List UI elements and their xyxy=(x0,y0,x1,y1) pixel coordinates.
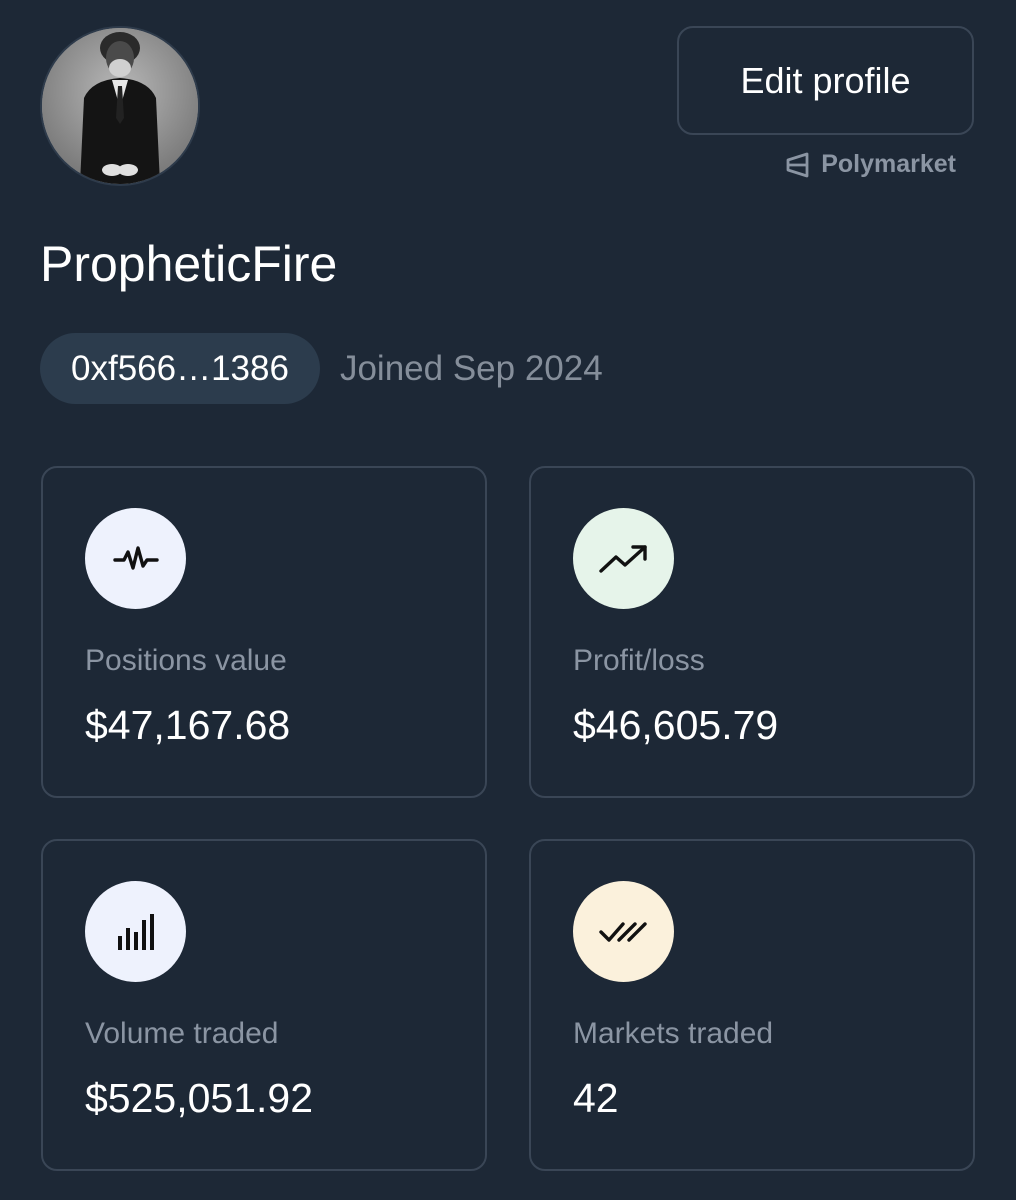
stat-label: Profit/loss xyxy=(573,644,705,677)
polymarket-brand[interactable]: Polymarket xyxy=(785,150,956,179)
stat-label: Positions value xyxy=(85,644,287,677)
double-check-icon xyxy=(573,881,674,982)
stat-value: 42 xyxy=(573,1075,619,1121)
joined-date: Joined Sep 2024 xyxy=(339,348,603,388)
stat-card-volume-traded: Volume traded $525,051.92 xyxy=(41,839,487,1171)
brand-name: Polymarket xyxy=(821,150,956,178)
stat-card-markets-traded: Markets traded 42 xyxy=(529,839,975,1171)
profile-avatar xyxy=(40,26,200,186)
bar-chart-icon xyxy=(85,881,186,982)
wallet-address-chip[interactable]: 0xf566…1386 xyxy=(40,333,320,404)
profile-username: PropheticFire xyxy=(40,236,338,292)
trending-up-icon xyxy=(573,508,674,609)
polymarket-logo-icon xyxy=(785,151,811,179)
stat-label: Volume traded xyxy=(85,1017,279,1050)
stat-card-positions-value: Positions value $47,167.68 xyxy=(41,466,487,798)
stat-label: Markets traded xyxy=(573,1017,774,1050)
stat-value: $525,051.92 xyxy=(85,1075,314,1121)
profile-meta: 0xf566…1386 Joined Sep 2024 xyxy=(40,333,603,404)
activity-pulse-icon xyxy=(85,508,186,609)
stat-card-profit-loss: Profit/loss $46,605.79 xyxy=(529,466,975,798)
edit-profile-button[interactable]: Edit profile xyxy=(677,26,974,135)
stat-value: $47,167.68 xyxy=(85,702,291,748)
stat-value: $46,605.79 xyxy=(573,702,779,748)
